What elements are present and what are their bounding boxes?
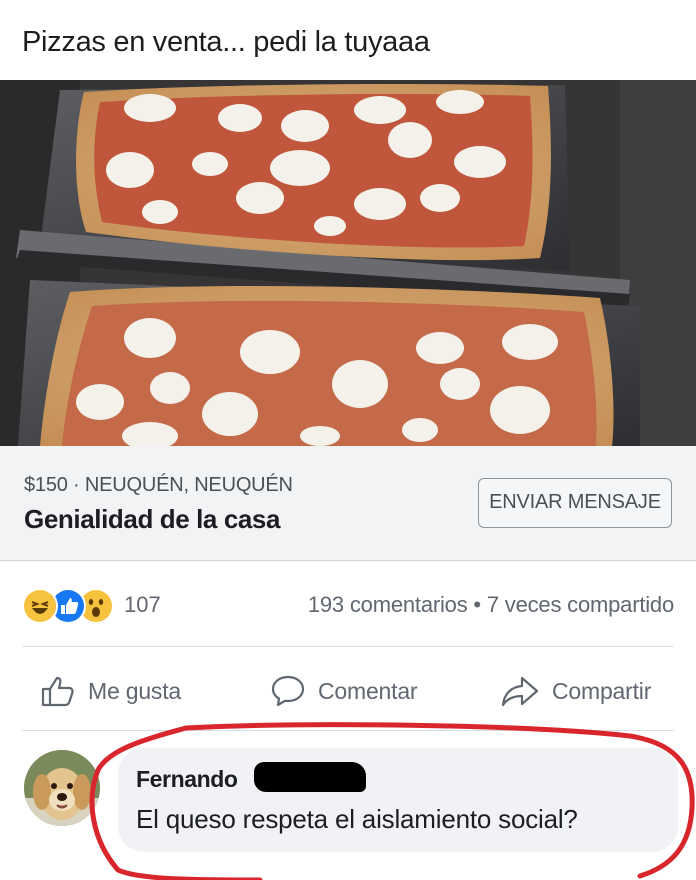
- send-message-button[interactable]: ENVIAR MENSAJE: [478, 478, 672, 528]
- comment-button[interactable]: Comentar: [270, 664, 418, 718]
- like-label: Me gusta: [88, 677, 182, 704]
- haha-reaction-icon: [22, 588, 58, 624]
- reaction-count[interactable]: 107: [124, 592, 161, 618]
- dog-avatar-icon: [24, 750, 100, 826]
- post-actions-bar: Me gusta Comentar Compartir: [0, 664, 696, 718]
- share-label: Compartir: [552, 677, 652, 704]
- like-button[interactable]: Me gusta: [40, 664, 181, 718]
- commenter-avatar[interactable]: [24, 750, 100, 826]
- speech-bubble-icon: [271, 675, 305, 707]
- comment-text: El queso respeta el aislamiento social?: [136, 804, 578, 834]
- divider: [22, 730, 674, 731]
- post-text: Pizzas en venta... pedi la tuyaaa: [22, 26, 430, 58]
- divider: [22, 646, 674, 647]
- thumbs-up-icon: [41, 676, 74, 707]
- comment-label: Comentar: [318, 677, 418, 704]
- share-arrow-icon: [501, 676, 539, 707]
- comment-bubble[interactable]: Fernando El queso respeta el aislamiento…: [118, 748, 678, 852]
- listing-title[interactable]: Genialidad de la casa: [24, 504, 280, 535]
- comment-author[interactable]: Fernando: [136, 766, 238, 793]
- redaction-mark: [254, 762, 366, 792]
- comments-shares-count[interactable]: 193 comentarios • 7 veces compartido: [308, 592, 674, 618]
- share-button[interactable]: Compartir: [500, 664, 651, 718]
- post-photo[interactable]: [0, 80, 696, 446]
- listing-price-location: $150 · NEUQUÉN, NEUQUÉN: [24, 474, 293, 496]
